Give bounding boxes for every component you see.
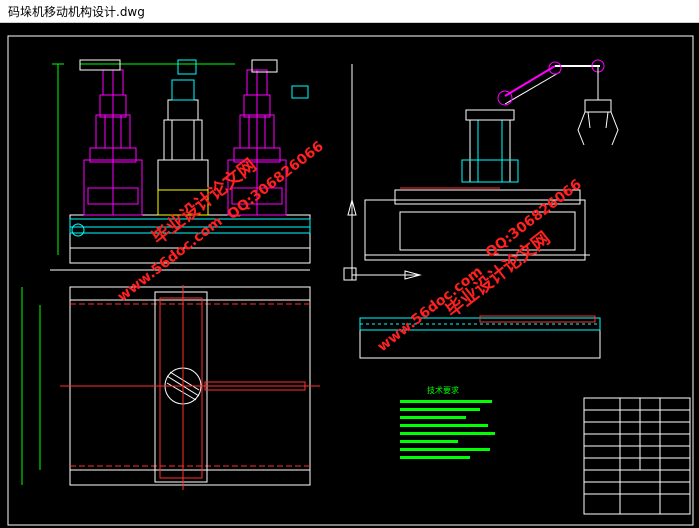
technical-notes: 技术要求	[400, 385, 495, 459]
top-view	[21, 285, 320, 490]
front-view-stackers	[50, 59, 311, 271]
side-view-robot	[343, 59, 619, 281]
robot-upper-arm	[504, 65, 556, 97]
watermark-layer-1: 毕业设计论文网 QQ:306826066 www.56doc.com	[115, 138, 327, 305]
window-title-bar: 码垛机移动机构设计.dwg	[0, 0, 699, 23]
window-title: 码垛机移动机构设计.dwg	[8, 5, 145, 19]
robot-gripper	[577, 99, 619, 146]
robot-column	[469, 119, 511, 183]
watermark-layer-2: 毕业设计论文网 QQ:306826066 www.56doc.com	[375, 176, 585, 355]
cad-drawing: 技术要求 毕业设计论文网 QQ:306826066 www.56doc.com …	[7, 35, 694, 526]
stacker-column-1	[79, 59, 143, 216]
drawing-canvas[interactable]: 技术要求 毕业设计论文网 QQ:306826066 www.56doc.com …	[0, 23, 699, 528]
title-block	[583, 397, 691, 515]
notes-heading: 技术要求	[427, 385, 459, 395]
